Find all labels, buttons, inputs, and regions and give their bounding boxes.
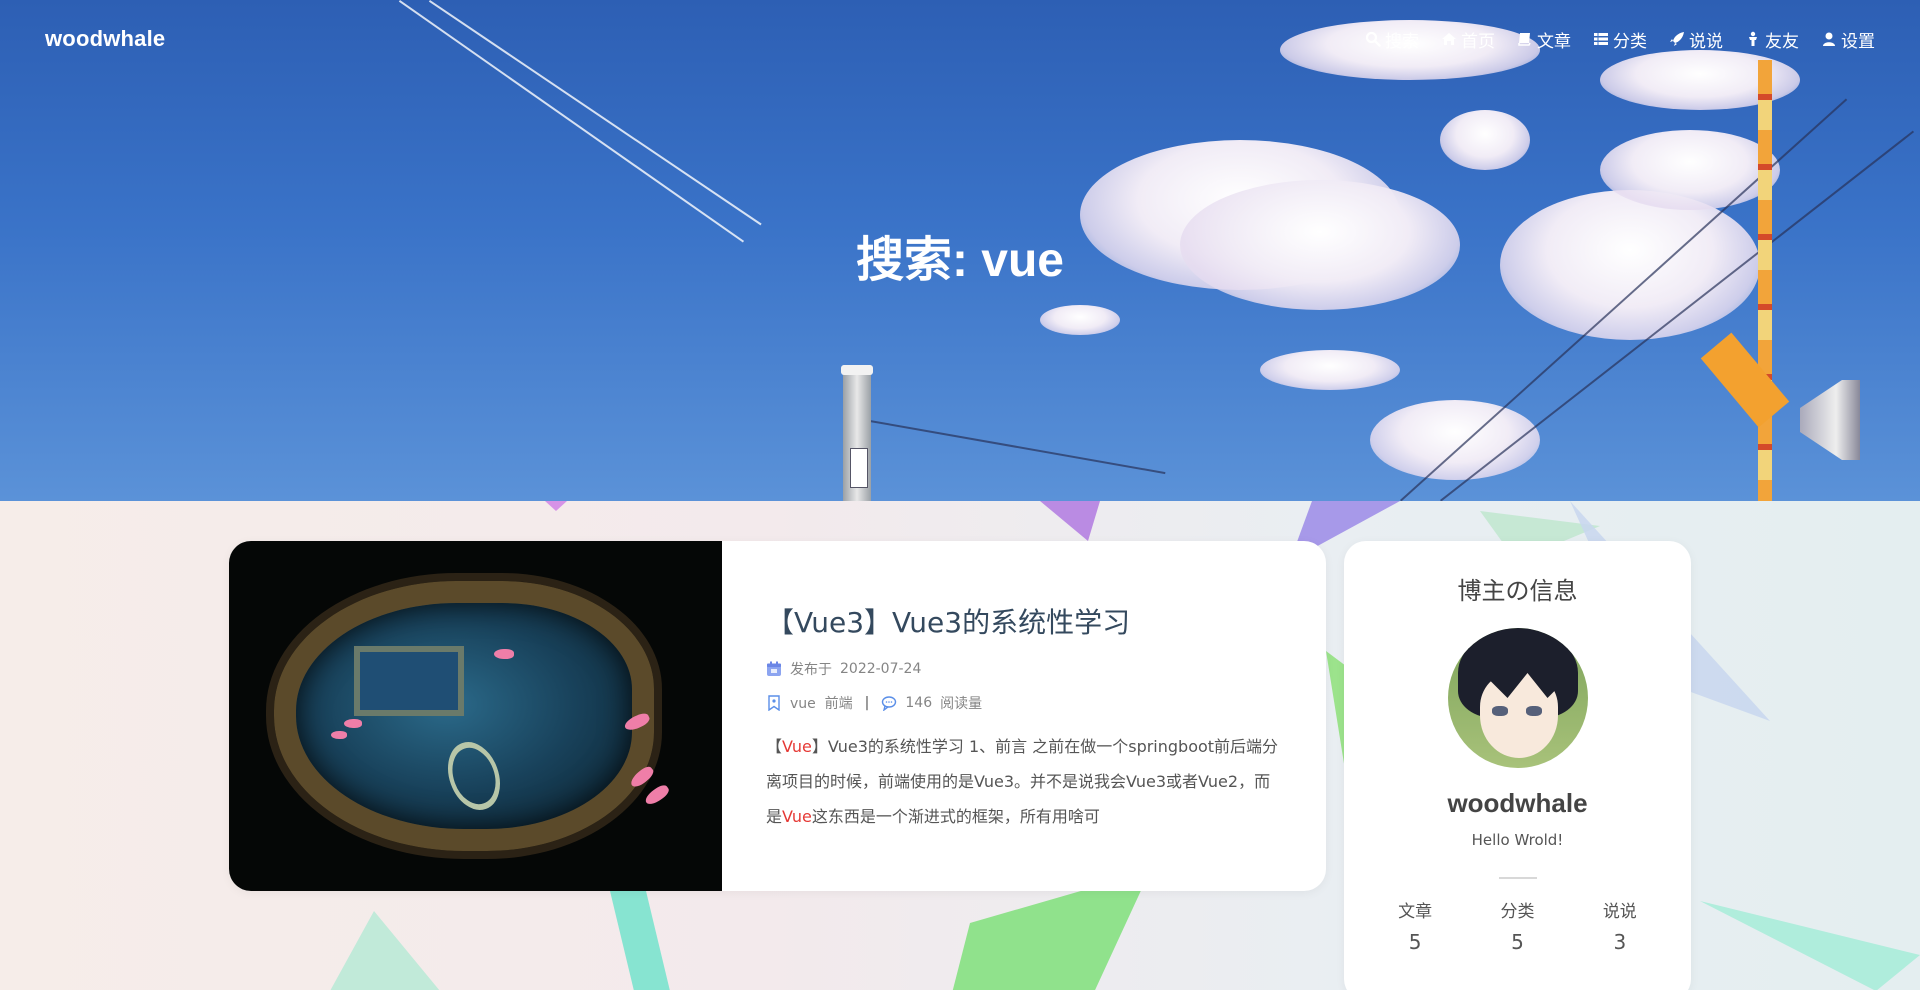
- top-navbar: woodwhale 搜索 首页 文章 分类 说说 友友 设置: [0, 0, 1920, 78]
- nav-item-label: 分类: [1613, 31, 1647, 52]
- fish-decoration: [494, 649, 514, 659]
- pole-sign: [850, 448, 868, 488]
- home-icon: [1441, 31, 1457, 47]
- nav-menu: 搜索 首页 文章 分类 说说 友友 设置: [1343, 27, 1875, 52]
- nav-item-friends[interactable]: 友友: [1745, 27, 1799, 52]
- post-thumbnail[interactable]: [229, 541, 722, 891]
- shard-decoration: [610, 891, 670, 990]
- rocket-icon: [1669, 31, 1685, 47]
- nav-item-categories[interactable]: 分类: [1593, 27, 1647, 52]
- shard-decoration: [1700, 901, 1920, 990]
- search-highlight: Vue: [782, 807, 812, 826]
- comment-icon: [882, 696, 897, 711]
- stat-value: 5: [1511, 930, 1524, 954]
- thumbnail-window: [354, 646, 464, 716]
- shard-decoration: [330, 911, 440, 990]
- avatar[interactable]: [1447, 628, 1588, 768]
- stat-label: 文章: [1398, 902, 1433, 922]
- search-icon: [1365, 31, 1381, 47]
- fish-decoration: [344, 719, 362, 728]
- nav-item-label: 友友: [1765, 31, 1799, 52]
- shard-decoration: [545, 501, 567, 511]
- nav-item-articles[interactable]: 文章: [1517, 27, 1571, 52]
- cloud-decoration: [1370, 400, 1540, 480]
- author-info-card: 博主の信息 woodwhale Hello Wrold! 文章 5 分类 5 说…: [1344, 541, 1691, 990]
- cloud-decoration: [1440, 110, 1530, 170]
- post-date-meta: 发布于 2022-07-24: [766, 659, 1282, 679]
- nav-item-label: 文章: [1537, 31, 1571, 52]
- list-icon: [1593, 31, 1609, 47]
- fish-decoration: [331, 731, 347, 739]
- search-result-card[interactable]: 【Vue3】Vue3的系统性学习 发布于 2022-07-24 vue 前端 |…: [229, 541, 1326, 891]
- post-tags[interactable]: vue 前端: [790, 693, 853, 713]
- post-body: 【Vue3】Vue3的系统性学习 发布于 2022-07-24 vue 前端 |…: [722, 541, 1326, 891]
- nav-item-label: 设置: [1841, 31, 1875, 52]
- excerpt-text: 这东西是一个渐进式的框架，所有用啥可: [811, 807, 1100, 826]
- author-bio: Hello Wrold!: [1471, 831, 1564, 849]
- nav-item-label: 搜索: [1385, 31, 1419, 52]
- bookmark-icon: [768, 695, 780, 711]
- post-tags-meta: vue 前端 | 146 阅读量: [766, 693, 1282, 713]
- author-name: woodwhale: [1447, 788, 1588, 818]
- stat-label: 分类: [1500, 902, 1535, 922]
- post-excerpt: 【Vue】Vue3的系统性学习 1、前言 之前在做一个springboot前后端…: [766, 729, 1282, 834]
- calendar-icon: [767, 661, 781, 676]
- person-icon: [1745, 31, 1761, 47]
- book-icon: [1517, 31, 1533, 47]
- avatar-eye: [1525, 706, 1542, 716]
- nav-item-label: 首页: [1461, 31, 1495, 52]
- nav-item-home[interactable]: 首页: [1441, 27, 1495, 52]
- nav-item-label: 说说: [1689, 31, 1723, 52]
- cloud-decoration: [1260, 350, 1400, 390]
- user-icon: [1821, 31, 1837, 47]
- divider: [1498, 877, 1537, 879]
- stat-label: 说说: [1602, 902, 1637, 922]
- fish-decoration: [642, 782, 672, 808]
- search-highlight: Vue: [782, 737, 812, 756]
- stat-value: 5: [1408, 930, 1422, 954]
- stat-articles[interactable]: 文章 5: [1398, 897, 1432, 954]
- post-title[interactable]: 【Vue3】Vue3的系统性学习: [766, 601, 1282, 641]
- view-count: 146: [905, 695, 933, 711]
- cloud-decoration: [1040, 305, 1120, 335]
- crossing-sign: [1700, 332, 1790, 428]
- page-title: 搜索: vue: [855, 234, 1065, 287]
- view-count-label: 阅读量: [940, 696, 983, 712]
- loudspeaker: [1800, 380, 1860, 460]
- nav-item-search[interactable]: 搜索: [1365, 27, 1419, 52]
- shard-decoration: [1040, 501, 1100, 541]
- excerpt-text: 【: [766, 737, 783, 756]
- site-brand[interactable]: woodwhale: [45, 26, 165, 52]
- stat-value: 3: [1613, 930, 1627, 954]
- meta-separator: |: [864, 695, 870, 711]
- avatar-eye: [1491, 706, 1508, 716]
- nav-item-talks[interactable]: 说说: [1669, 27, 1723, 52]
- stat-talks[interactable]: 说说 3: [1603, 897, 1637, 954]
- thumbnail-shipwreck-frame: [274, 581, 654, 851]
- cloud-decoration: [1600, 130, 1780, 210]
- nav-item-settings[interactable]: 设置: [1821, 27, 1875, 52]
- published-label: 发布于: [790, 662, 832, 678]
- author-stats: 文章 5 分类 5 说说 3: [1344, 897, 1691, 954]
- author-card-heading: 博主の信息: [1457, 577, 1578, 605]
- published-date: 2022-07-24: [840, 661, 922, 677]
- utility-pole-cap: [841, 365, 873, 375]
- wire-decoration: [869, 420, 1166, 475]
- stat-categories[interactable]: 分类 5: [1500, 897, 1534, 954]
